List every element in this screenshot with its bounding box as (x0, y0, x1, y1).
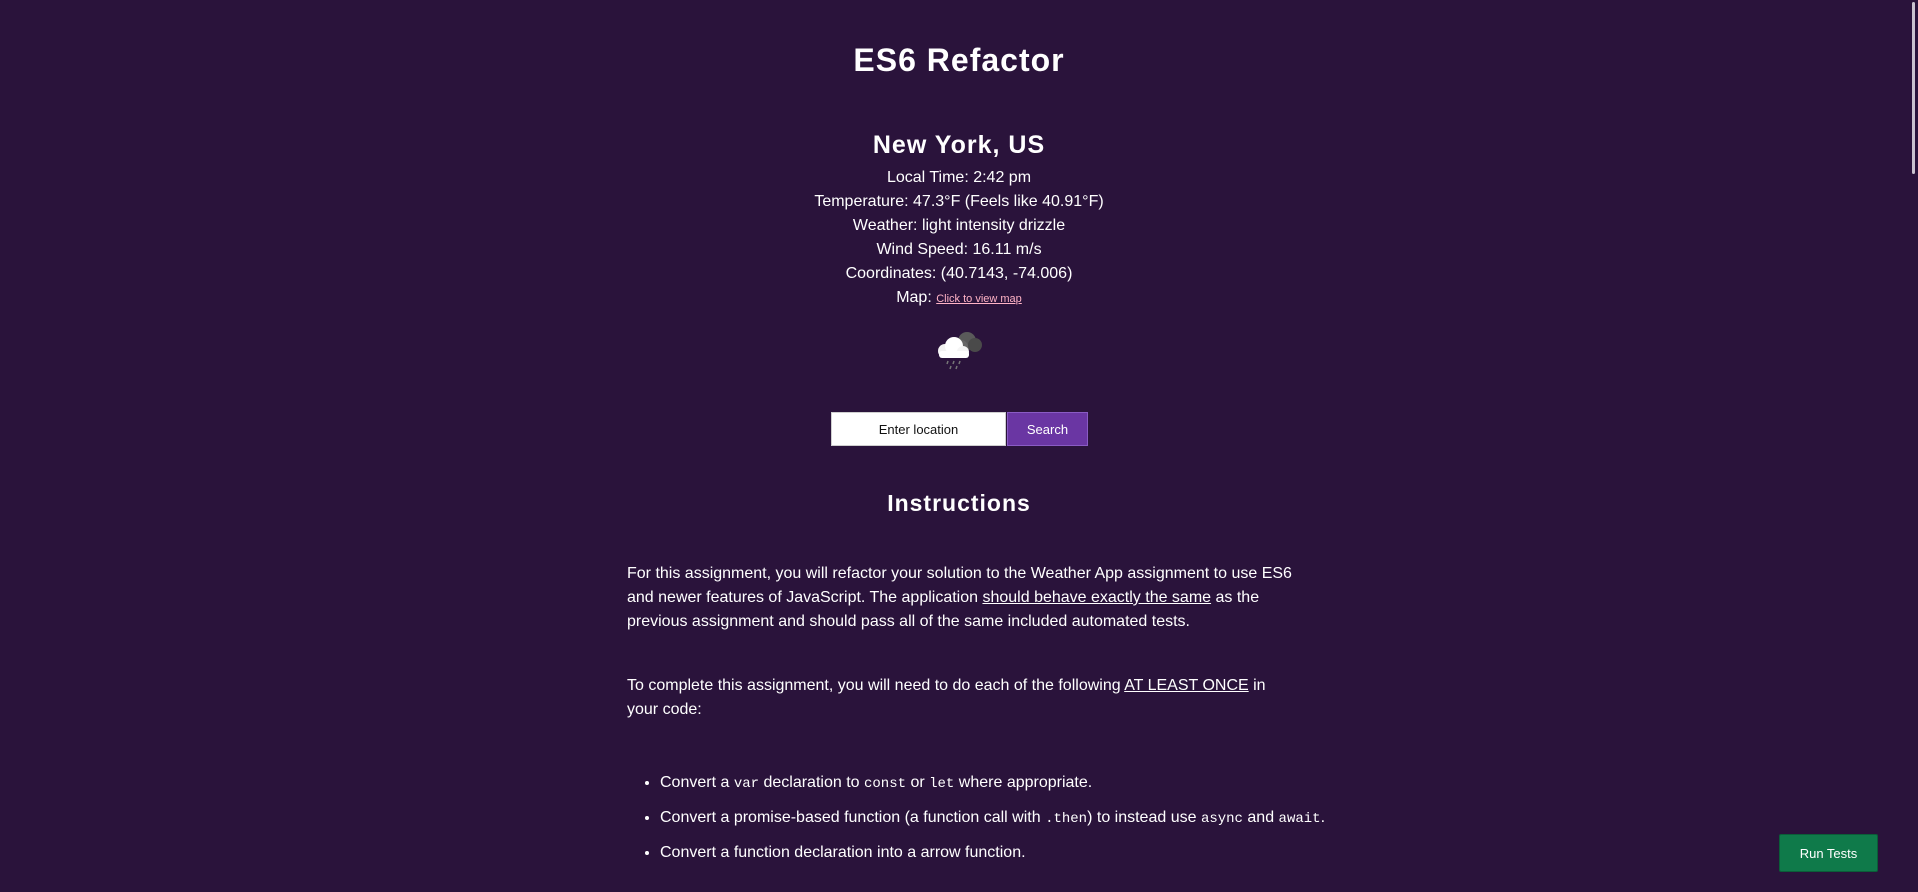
map-link[interactable]: Click to view map (936, 293, 1022, 305)
item-text: Convert a (660, 774, 734, 791)
item-text: . (1320, 809, 1326, 826)
temperature: Temperature: 47.3°F (Feels like 40.91°F) (814, 193, 1104, 210)
wind-speed: Wind Speed: 16.11 m/s (876, 241, 1042, 258)
weather-condition: Weather: light intensity drizzle (852, 217, 1066, 234)
drizzle-cloud-icon (938, 332, 982, 370)
local-time: Local Time: 2:42 pm (886, 169, 1032, 186)
map-label: Map: (896, 289, 937, 306)
item-text: declaration to (759, 774, 864, 791)
code-text: async (1200, 811, 1243, 827)
coordinates: Coordinates: (40.7143, -74.006) (845, 265, 1073, 282)
emphasis-text: AT LEAST ONCE (1124, 677, 1249, 694)
instructions-heading: Instructions (887, 490, 1031, 516)
code-text: await (1278, 811, 1321, 827)
item-text: where appropriate. (954, 774, 1093, 791)
map-row: Map: Click to view map (0, 286, 1918, 311)
code-text: .then (1045, 811, 1088, 827)
code-text: const (863, 776, 906, 792)
page-title: ES6 Refactor (853, 42, 1065, 78)
code-text: var (733, 776, 760, 792)
paragraph-text: To complete this assignment, you will ne… (627, 677, 1125, 694)
item-text: and (1242, 809, 1279, 826)
weather-panel: New York, US Local Time: 2:42 pm Tempera… (0, 130, 1918, 371)
scrollbar-thumb[interactable] (1912, 2, 1915, 174)
location-input[interactable] (831, 412, 1006, 446)
list-item: Convert a var declaration to const or le… (660, 766, 1340, 801)
run-tests-button[interactable]: Run Tests (1779, 834, 1878, 872)
requirements-list: Convert a var declaration to const or le… (627, 766, 1340, 870)
page: ES6 Refactor New York, US Local Time: 2:… (0, 0, 1918, 892)
emphasis-text: should behave exactly the same (982, 589, 1212, 606)
city-name: New York, US (872, 131, 1046, 159)
item-text: or (906, 774, 930, 791)
item-text: Convert a function declaration into a ar… (660, 844, 1026, 861)
page-scrollbar[interactable] (1904, 0, 1918, 892)
search-form: Search (831, 412, 1088, 446)
search-button[interactable]: Search (1007, 412, 1088, 446)
item-text: ) to instead use (1087, 809, 1201, 826)
instructions-paragraph: For this assignment, you will refactor y… (627, 562, 1292, 634)
code-text: let (929, 776, 955, 792)
item-text: Convert a promise-based function (a func… (660, 809, 1046, 826)
list-item: Convert a promise-based function (a func… (660, 801, 1340, 836)
list-item: Convert a function declaration into a ar… (660, 836, 1340, 870)
instructions-paragraph: To complete this assignment, you will ne… (627, 674, 1292, 722)
